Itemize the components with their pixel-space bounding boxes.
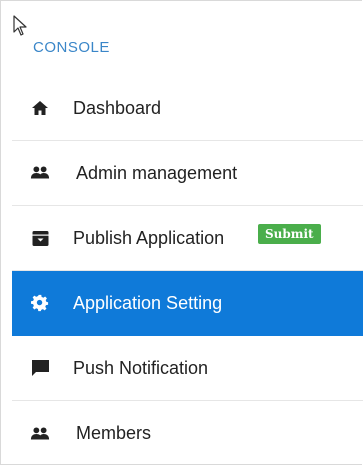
- sidebar-panel: CONSOLE Dashboard Admin management Publi…: [0, 0, 363, 466]
- sidebar-item-label: Dashboard: [73, 97, 162, 118]
- mouse-cursor-icon: [13, 15, 27, 36]
- sidebar-item-label: Publish Application: [73, 227, 225, 248]
- sidebar-item-application-setting[interactable]: Application Setting: [12, 271, 363, 336]
- sidebar-item-label: Admin management: [76, 162, 238, 183]
- sidebar-item-publish-application[interactable]: Publish Application Submit: [12, 206, 363, 271]
- sidebar-section-title: CONSOLE: [33, 39, 110, 56]
- sidebar-item-push-notification[interactable]: Push Notification: [12, 336, 363, 401]
- users-icon: [30, 163, 50, 183]
- sidebar-menu: Dashboard Admin management Publish Appli…: [12, 76, 363, 466]
- submit-badge[interactable]: Submit: [258, 224, 321, 244]
- sidebar-item-members[interactable]: Members: [12, 401, 363, 466]
- sidebar-item-label: Application Setting: [73, 292, 223, 313]
- chat-bubble-icon: [30, 358, 50, 378]
- sidebar-item-label: Push Notification: [73, 357, 209, 378]
- sidebar-item-label: Members: [76, 423, 152, 443]
- home-icon: [30, 98, 50, 118]
- gear-icon: [30, 293, 50, 313]
- sidebar-item-admin-management[interactable]: Admin management: [12, 141, 363, 206]
- archive-box-icon: [30, 228, 50, 248]
- users-icon: [30, 424, 50, 444]
- sidebar-item-dashboard[interactable]: Dashboard: [12, 76, 363, 141]
